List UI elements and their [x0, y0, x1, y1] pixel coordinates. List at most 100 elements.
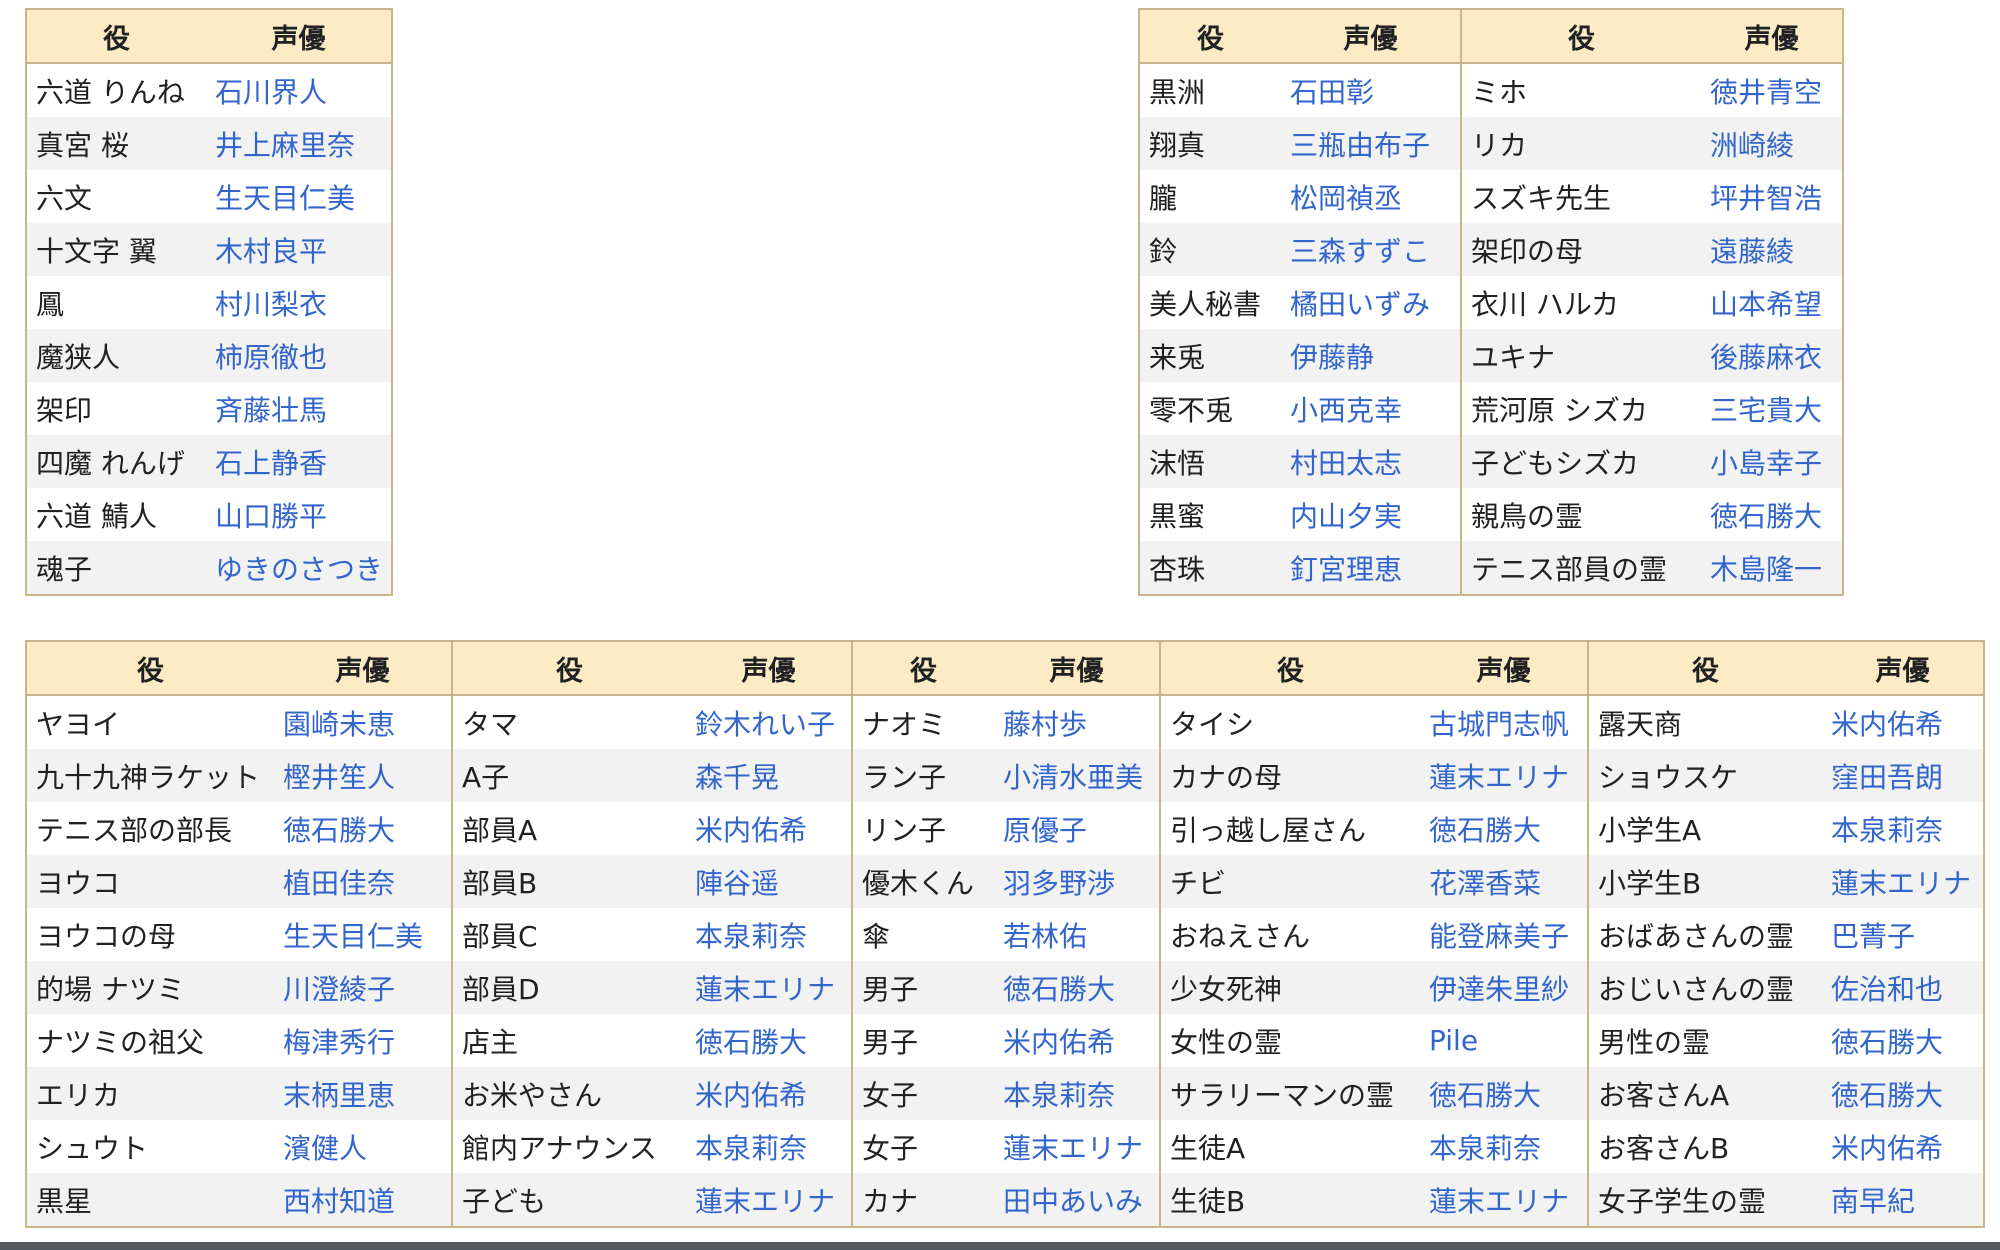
- role-name: 黒洲: [1149, 75, 1206, 109]
- voice-actor-link[interactable]: 蓮末エリナ: [686, 961, 852, 1014]
- voice-actor-link[interactable]: 松岡禎丞: [1281, 170, 1461, 223]
- voice-actor-link[interactable]: 後藤麻衣: [1701, 329, 1843, 382]
- voice-actor-link[interactable]: 佐治和也: [1822, 961, 1984, 1014]
- voice-actor-link[interactable]: 蓮末エリナ: [1420, 1173, 1588, 1227]
- voice-actor-link[interactable]: 徳石勝大: [274, 802, 452, 855]
- voice-actor-link[interactable]: 窪田吾朗: [1822, 749, 1984, 802]
- voice-actor-link[interactable]: 洲崎綾: [1701, 117, 1843, 170]
- voice-actor-link[interactable]: 末柄里恵: [274, 1067, 452, 1120]
- voice-actor-link[interactable]: 蓮末エリナ: [1822, 855, 1984, 908]
- role-name: 男性の霊: [1587, 1014, 1822, 1067]
- voice-actor-link[interactable]: 能登麻美子: [1420, 908, 1588, 961]
- voice-actor-link[interactable]: 徳石勝大: [1701, 488, 1843, 541]
- table-row: 魔狭人 柿原徹也: [26, 329, 392, 382]
- voice-actor-link[interactable]: 釘宮理恵: [1281, 541, 1461, 595]
- voice-actor-link[interactable]: 木村良平: [206, 223, 392, 276]
- role-name: 沫悟: [1139, 435, 1281, 488]
- voice-actor-link[interactable]: 三瓶由布子: [1281, 117, 1461, 170]
- voice-actor-link[interactable]: 生天目仁美: [206, 170, 392, 223]
- voice-actor-link[interactable]: 米内佑希: [686, 1067, 852, 1120]
- voice-actor-link[interactable]: 米内佑希: [994, 1014, 1160, 1067]
- voice-actor-link[interactable]: 本泉莉奈: [994, 1067, 1160, 1120]
- table-row: 真宮 桜井上麻里奈: [26, 117, 392, 170]
- voice-actor-link[interactable]: 徳井青空: [1701, 63, 1843, 117]
- voice-actor-link[interactable]: 橘田いずみ: [1281, 276, 1461, 329]
- voice-actor-link[interactable]: 若林佑: [994, 908, 1160, 961]
- voice-actor-link[interactable]: 斉藤壮馬: [206, 382, 392, 435]
- voice-actor-link[interactable]: 蓮末エリナ: [994, 1120, 1160, 1173]
- table-row: 架印 斉藤壮馬: [26, 382, 392, 435]
- voice-actor-link[interactable]: 坪井智浩: [1701, 170, 1843, 223]
- voice-actor-link[interactable]: 生天目仁美: [274, 908, 452, 961]
- voice-actor-link[interactable]: 植田佳奈: [274, 855, 452, 908]
- voice-actor-column-header: 声優: [686, 641, 852, 696]
- voice-actor-link[interactable]: 蓮末エリナ: [686, 1173, 852, 1227]
- voice-actor-link[interactable]: 田中あいみ: [994, 1173, 1160, 1227]
- voice-actor-link[interactable]: 蓮末エリナ: [1420, 749, 1588, 802]
- voice-actor-link[interactable]: 小清水亜美: [994, 749, 1160, 802]
- voice-actor-link[interactable]: 本泉莉奈: [1420, 1120, 1588, 1173]
- voice-actor-link[interactable]: 園崎未恵: [274, 695, 452, 749]
- voice-actor-link[interactable]: 米内佑希: [1822, 1120, 1984, 1173]
- voice-actor-link[interactable]: 徳石勝大: [994, 961, 1160, 1014]
- voice-actor-link[interactable]: 村川梨衣: [206, 276, 392, 329]
- voice-actor-link[interactable]: 遠藤綾: [1701, 223, 1843, 276]
- voice-actor-link[interactable]: 藤村歩: [994, 695, 1160, 749]
- voice-actor-link[interactable]: 濱健人: [274, 1120, 452, 1173]
- voice-actor-link[interactable]: 伊達朱里紗: [1420, 961, 1588, 1014]
- voice-actor-link[interactable]: 徳石勝大: [1420, 1067, 1588, 1120]
- voice-actor-link[interactable]: 石上静香: [206, 435, 392, 488]
- voice-actor-link[interactable]: 西村知道: [274, 1173, 452, 1227]
- voice-actor-link[interactable]: 森千晃: [686, 749, 852, 802]
- voice-actor-link[interactable]: 米内佑希: [686, 802, 852, 855]
- role-name: 荒河原 シズカ: [1460, 382, 1701, 435]
- voice-actor-link[interactable]: 本泉莉奈: [1822, 802, 1984, 855]
- voice-actor-link[interactable]: 徳石勝大: [686, 1014, 852, 1067]
- voice-actor-link[interactable]: 鈴木れい子: [686, 695, 852, 749]
- voice-actor-link[interactable]: 南早紀: [1822, 1173, 1984, 1227]
- voice-actor-link[interactable]: 樫井笙人: [274, 749, 452, 802]
- voice-actor-link[interactable]: 井上麻里奈: [206, 117, 392, 170]
- role-name: 六文: [36, 181, 93, 215]
- voice-actor-link[interactable]: 小西克幸: [1281, 382, 1461, 435]
- header-row: 役声優役声優: [1139, 9, 1843, 64]
- voice-actor-link[interactable]: 村田太志: [1281, 435, 1461, 488]
- voice-actor-link[interactable]: 石田彰: [1281, 63, 1461, 117]
- voice-actor-link[interactable]: 三森すずこ: [1281, 223, 1461, 276]
- voice-actor-link[interactable]: 小島幸子: [1701, 435, 1843, 488]
- voice-actor-link[interactable]: 本泉莉奈: [686, 1120, 852, 1173]
- role-name: 九十九神ラケット: [26, 749, 274, 802]
- voice-actor-link[interactable]: Pile: [1420, 1014, 1588, 1067]
- role-name: 小学生A: [1587, 802, 1822, 855]
- voice-actor-link[interactable]: 米内佑希: [1822, 695, 1984, 749]
- voice-actor-link[interactable]: 石川界人: [206, 63, 392, 117]
- voice-actor-link[interactable]: 本泉莉奈: [686, 908, 852, 961]
- role-name: 架印の母: [1460, 223, 1701, 276]
- voice-actor-link[interactable]: 陣谷遥: [686, 855, 852, 908]
- voice-actor-link[interactable]: ゆきのさつき: [206, 541, 392, 595]
- voice-actor-link[interactable]: 山本希望: [1701, 276, 1843, 329]
- voice-actor-link[interactable]: 花澤香菜: [1420, 855, 1588, 908]
- voice-actor-link[interactable]: 伊藤静: [1281, 329, 1461, 382]
- voice-actor-link[interactable]: 木島隆一: [1701, 541, 1843, 595]
- voice-actor-link[interactable]: 柿原徹也: [206, 329, 392, 382]
- header-row: 役声優役声優役声優役声優役声優: [26, 641, 1984, 696]
- voice-actor-link[interactable]: 内山夕実: [1281, 488, 1461, 541]
- voice-actor-link[interactable]: 川澄綾子: [274, 961, 452, 1014]
- voice-actor-link[interactable]: 徳石勝大: [1420, 802, 1588, 855]
- role-name: カナ: [851, 1173, 994, 1227]
- role-name: 黒蜜: [1149, 499, 1206, 533]
- voice-actor-link[interactable]: 梅津秀行: [274, 1014, 452, 1067]
- voice-actor-link[interactable]: 原優子: [994, 802, 1160, 855]
- table-row: 十文字 翼木村良平: [26, 223, 392, 276]
- voice-actor-link[interactable]: 徳石勝大: [1822, 1067, 1984, 1120]
- voice-actor-link[interactable]: 古城門志帆: [1420, 695, 1588, 749]
- role-name: テニス部の部長: [36, 813, 233, 847]
- role-name: 十文字 翼: [26, 223, 206, 276]
- voice-actor-link[interactable]: 羽多野渉: [994, 855, 1160, 908]
- voice-actor-link[interactable]: 徳石勝大: [1822, 1014, 1984, 1067]
- voice-actor-link[interactable]: 巴菁子: [1822, 908, 1984, 961]
- voice-actor-link[interactable]: 三宅貴大: [1701, 382, 1843, 435]
- voice-actor-link[interactable]: 山口勝平: [206, 488, 392, 541]
- role-name: タマ: [451, 695, 686, 749]
